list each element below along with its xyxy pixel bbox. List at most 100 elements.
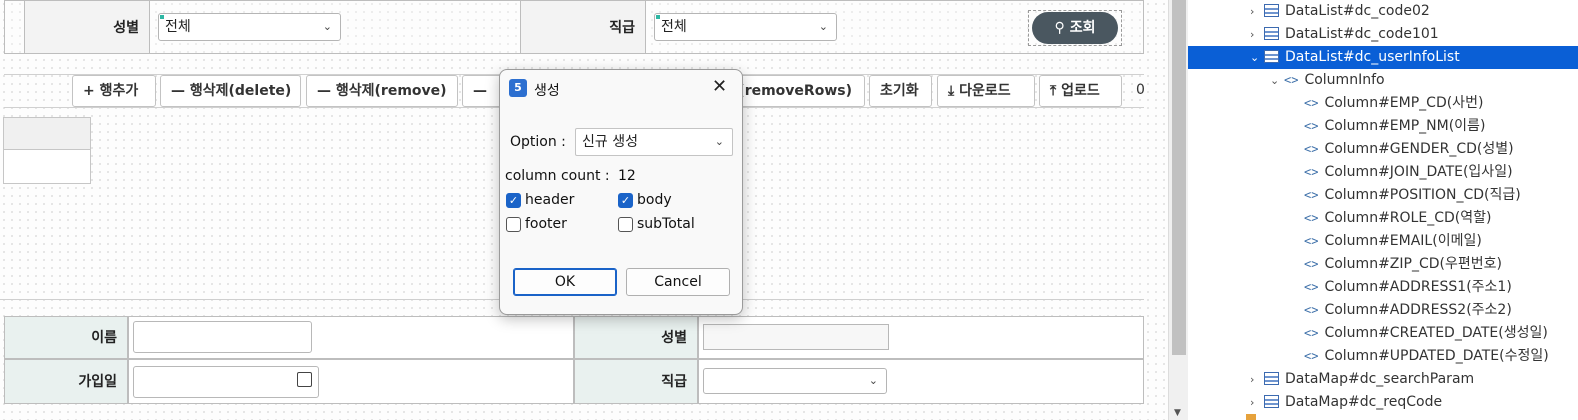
tree-item-selected[interactable]: ⌄ DataList#dc_userInfoList [1188,46,1578,69]
tree-item-label: Column#ROLE_CD(역할) [1324,210,1492,226]
close-icon[interactable]: ✕ [712,76,727,97]
option-select[interactable]: 신규 생성 ⌄ [575,128,733,156]
calendar-icon[interactable] [297,372,312,387]
chevron-down-icon[interactable]: ⌄ [1250,46,1259,69]
tree-item-content: <> Column#UPDATED_DATE(수정일) [1304,345,1549,368]
tree-item-partial [1246,414,1256,420]
search-position-select[interactable]: 전체 ⌄ [654,13,837,41]
tree-item-label: Column#ADDRESS1(주소1) [1324,279,1512,295]
upload-button[interactable]: ⤒ 업로드 [1039,75,1122,107]
code-icon: <> [1304,96,1319,110]
tree-item[interactable]: <> Column#UPDATED_DATE(수정일) [1188,345,1578,368]
tree-item-content: DataList#dc_code02 [1264,0,1430,23]
code-icon: <> [1304,119,1319,133]
column-count-value: 12 [618,168,636,184]
tree-item[interactable]: <> Column#POSITION_CD(직급) [1188,184,1578,207]
form-position-select[interactable]: ⌄ [703,368,887,394]
tree-item-content: DataMap#dc_searchParam [1264,368,1474,391]
tree-item-label: DataMap#dc_reqCode [1285,394,1443,410]
form-name-input[interactable] [133,321,312,353]
chevron-down-icon[interactable]: ⌄ [1270,69,1279,92]
search-icon: ⚲ [1054,20,1065,36]
tree-item[interactable]: › DataMap#dc_searchParam [1188,368,1578,391]
chevron-down-icon: ⌄ [818,20,828,33]
body-label: body [637,192,672,208]
tree-item-content: <> Column#ADDRESS2(주소2) [1304,299,1512,322]
outline-tree: › DataList#dc_code02 › DataList#dc_code1… [1188,0,1578,420]
search-button-label: 조회 [1069,20,1096,36]
footer-checkbox[interactable] [506,217,521,232]
tree-item[interactable]: <> Column#ROLE_CD(역할) [1188,207,1578,230]
code-icon: <> [1304,280,1319,294]
tree-item-content: <> Column#GENDER_CD(성별) [1304,138,1514,161]
form-gender-input[interactable] [703,324,889,350]
code-icon: <> [1304,257,1319,271]
search-button[interactable]: ⚲ 조회 [1032,12,1118,44]
tree-item[interactable]: <> Column#GENDER_CD(성별) [1188,138,1578,161]
search-position-label: 직급 [520,0,646,54]
tree-item[interactable]: <> Column#ZIP_CD(우편번호) [1188,253,1578,276]
download-button[interactable]: ⤓ 다운로드 [937,75,1035,107]
tree-item-content: DataList#dc_code101 [1264,23,1439,46]
tree-item-label: DataList#dc_userInfoList [1285,49,1460,65]
body-checkbox[interactable]: ✓ [618,193,633,208]
subtotal-checkbox[interactable] [618,217,633,232]
footer-label: footer [525,216,567,232]
tree-item[interactable]: › DataMap#dc_reqCode [1188,391,1578,414]
delete-row-button[interactable]: — 행삭제(delete) [160,75,301,107]
tree-item-label: Column#EMP_NM(이름) [1324,118,1486,134]
tree-item[interactable]: ⌄ <> ColumnInfo [1188,69,1578,92]
code-icon: <> [1304,165,1319,179]
tree-item-label: Column#EMAIL(이메일) [1324,233,1482,249]
create-dialog: 5 생성 ✕ Option : 신규 생성 ⌄ column count : 1… [499,69,743,315]
app-logo-icon: 5 [509,79,527,97]
tree-item-label: Column#UPDATED_DATE(수정일) [1324,348,1549,364]
dialog-title: 생성 [534,83,560,99]
tree-item[interactable]: <> Column#EMAIL(이메일) [1188,230,1578,253]
chevron-down-icon: ⌄ [322,20,332,33]
tree-item[interactable]: <> Column#CREATED_DATE(생성일) [1188,322,1578,345]
ok-button[interactable]: OK [513,268,617,296]
form-join-date-input[interactable] [133,366,319,398]
tree-item[interactable]: <> Column#ADDRESS1(주소1) [1188,276,1578,299]
code-icon: <> [1304,303,1319,317]
datamap-icon [1264,372,1279,385]
tree-item[interactable]: <> Column#EMP_NM(이름) [1188,115,1578,138]
upload-icon: ⤒ [1050,83,1062,99]
header-checkbox[interactable]: ✓ [506,193,521,208]
datalist-icon [1264,50,1279,63]
remove-row-label: 행삭제(remove) [335,83,447,99]
datalist-icon [1264,4,1279,17]
code-icon: <> [1304,234,1319,248]
tree-item[interactable]: <> Column#JOIN_DATE(입사일) [1188,161,1578,184]
remove-row-button[interactable]: — 행삭제(remove) [306,75,458,107]
init-button[interactable]: 초기화 [869,75,932,107]
tree-item-content: DataList#dc_userInfoList [1264,46,1460,69]
tree-item[interactable]: › DataList#dc_code101 [1188,23,1578,46]
chevron-right-icon[interactable]: › [1250,391,1254,414]
tree-item-content: <> Column#ZIP_CD(우편번호) [1304,253,1502,276]
tree-item-label: Column#GENDER_CD(성별) [1324,141,1514,157]
form-position-label: 직급 [574,359,698,404]
vertical-scrollbar[interactable]: ▼ [1168,0,1188,420]
chevron-right-icon[interactable]: › [1250,23,1254,46]
chevron-down-icon: ⌄ [868,374,878,387]
cancel-button[interactable]: Cancel [626,268,730,296]
scroll-down-arrow-icon[interactable]: ▼ [1174,408,1181,418]
add-row-button[interactable]: + 행추가 [72,75,156,107]
tree-item[interactable]: › DataList#dc_code02 [1188,0,1578,23]
tree-item[interactable]: <> Column#EMP_CD(사번) [1188,92,1578,115]
scrollbar-thumb[interactable] [1172,0,1186,355]
chevron-right-icon[interactable]: › [1250,368,1254,391]
tree-item-content: <> Column#ADDRESS1(주소1) [1304,276,1512,299]
search-gender-select[interactable]: 전체 ⌄ [158,13,341,41]
download-label: 다운로드 [959,83,1011,99]
chevron-right-icon[interactable]: › [1250,0,1254,23]
tree-item-content: <> Column#CREATED_DATE(생성일) [1304,322,1548,345]
chevron-down-icon: ⌄ [714,135,724,148]
tree-item-label: ColumnInfo [1304,72,1385,88]
tree-item-content: <> Column#EMAIL(이메일) [1304,230,1482,253]
tree-item[interactable]: <> Column#ADDRESS2(주소2) [1188,299,1578,322]
code-icon: <> [1304,349,1319,363]
tree-item-content: DataMap#dc_reqCode [1264,391,1442,414]
